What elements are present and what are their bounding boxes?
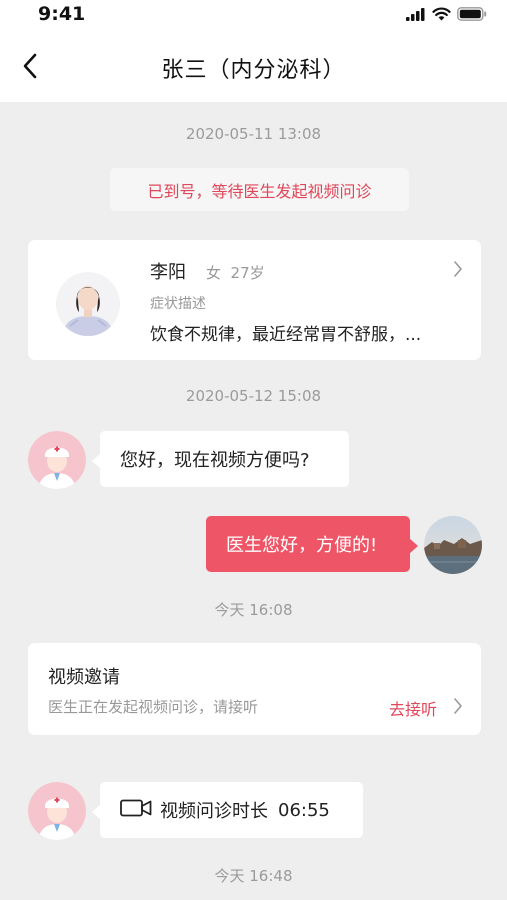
status-time: 9:41 [38, 3, 86, 25]
status-notice: 已到号，等待医生发起视频问诊 [110, 168, 409, 211]
wifi-icon [432, 7, 451, 21]
battery-icon [457, 7, 487, 21]
doctor-avatar[interactable] [28, 782, 86, 840]
video-call-duration: 06:55 [278, 799, 330, 821]
doctor-avatar[interactable] [28, 431, 86, 489]
timestamp: 2020-05-12 15:08 [185, 387, 322, 405]
chevron-right-icon[interactable] [453, 697, 463, 719]
patient-name: 李阳 [150, 262, 186, 283]
status-bar: 9:41 [0, 0, 507, 30]
video-call-label: 视频问诊时长 [160, 801, 268, 822]
patient-meta: 女 27岁 [206, 264, 265, 282]
signal-icon [406, 7, 425, 21]
timestamp: 今天 16:48 [214, 867, 293, 885]
symptom-text: 饮食不规律，最近经常胃不舒服，... [150, 325, 422, 345]
chevron-right-icon [453, 260, 463, 282]
video-call-record-bubble[interactable]: 视频问诊时长 06:55 [92, 782, 363, 838]
nav-bar: 张三（内分泌科） [0, 30, 507, 102]
self-message-bubble: 医生您好，方便的! [206, 516, 418, 572]
video-invite-card[interactable]: 视频邀请 医生正在发起视频问诊，请接听 去接听 [28, 643, 481, 735]
patient-card[interactable]: 李阳 女 27岁 症状描述 饮食不规律，最近经常胃不舒服，... [28, 240, 481, 360]
self-avatar[interactable] [424, 516, 482, 574]
invite-title: 视频邀请 [48, 667, 120, 688]
video-camera-icon [120, 799, 152, 822]
symptom-label: 症状描述 [150, 296, 206, 312]
timestamp: 2020-05-11 13:08 [185, 125, 322, 143]
timestamp: 今天 16:08 [214, 601, 293, 619]
status-icons [406, 7, 487, 21]
answer-call-button[interactable]: 去接听 [389, 696, 437, 720]
invite-description: 医生正在发起视频问诊，请接听 [48, 698, 259, 716]
doctor-message-bubble: 您好，现在视频方便吗? [92, 431, 349, 487]
self-message-text: 医生您好，方便的! [226, 535, 378, 556]
patient-avatar [56, 272, 120, 336]
doctor-message-text: 您好，现在视频方便吗? [120, 450, 310, 471]
page-title: 张三（内分泌科） [161, 58, 346, 83]
